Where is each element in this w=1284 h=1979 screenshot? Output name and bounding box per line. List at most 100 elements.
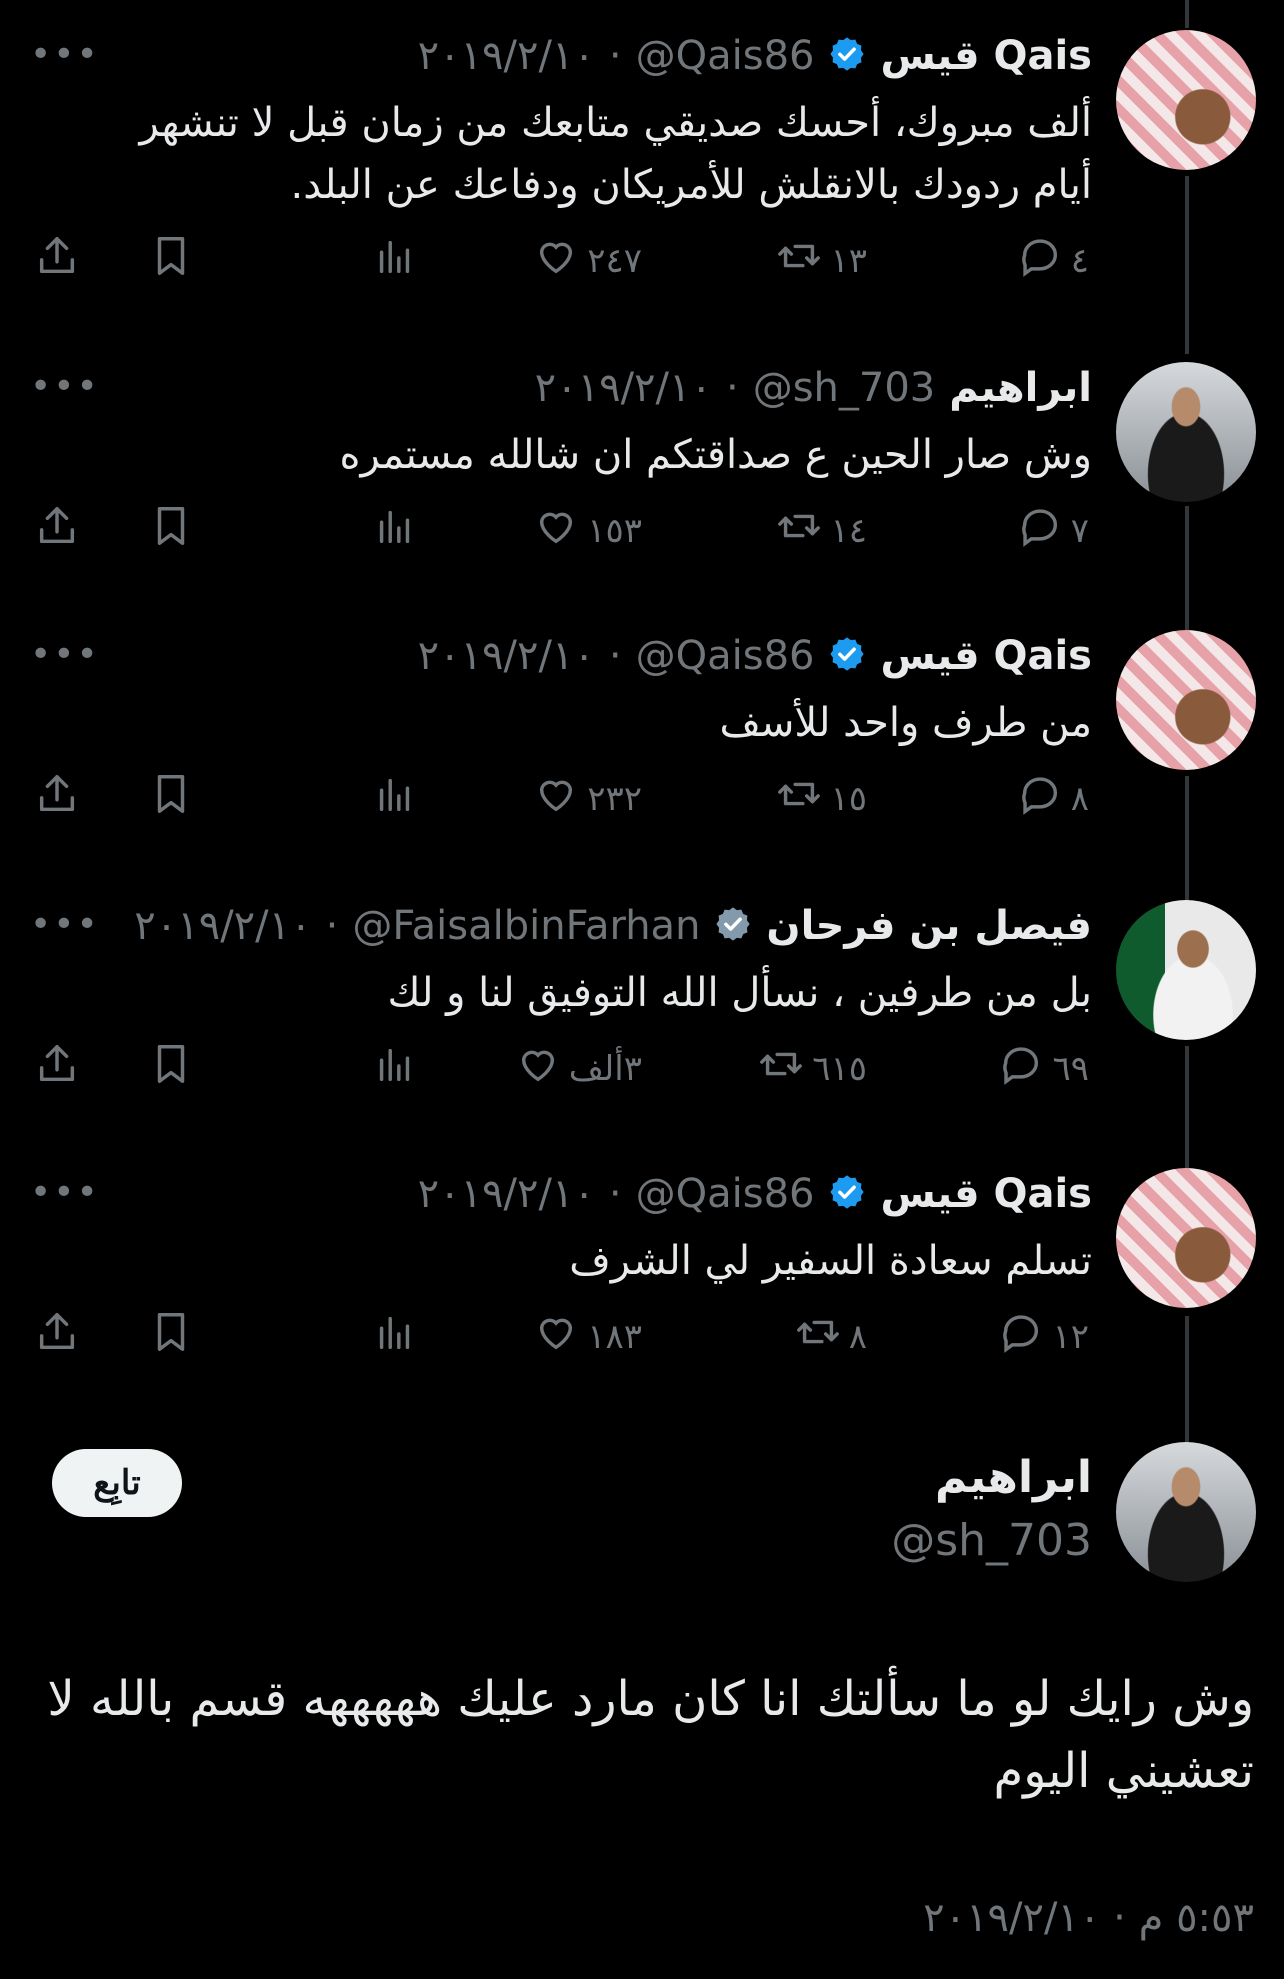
author-name[interactable]: ابراهيم [949, 365, 1092, 411]
repost-button[interactable]: ١٥ [776, 771, 867, 826]
tweet-actions: ٧ ١٤ ١٥٣ [0, 503, 1284, 563]
tweet-header: فيصل بن فرحان @FaisalbinFarhan · ٢٠١٩/٢/١٠ [134, 898, 1092, 954]
separator-dot: · [608, 1171, 622, 1217]
avatar[interactable] [1116, 1442, 1256, 1582]
avatar[interactable] [1116, 30, 1256, 170]
author-handle[interactable]: @Qais86 [636, 633, 815, 679]
tweet-text-line: تسلم سعادة السفير لي الشرف [569, 1238, 1092, 1284]
tweet-text-line: من طرف واحد للأسف [719, 700, 1092, 746]
views-icon [372, 1041, 418, 1096]
tweet-header: ابراهيم @sh_703 · ٢٠١٩/٢/١٠ [535, 360, 1092, 416]
author-name[interactable]: قيس Qais [880, 633, 1092, 679]
reply-button[interactable]: ٨ [1017, 771, 1089, 826]
repost-button[interactable]: ١٣ [776, 233, 867, 288]
like-button[interactable]: ٣ألف [515, 1041, 642, 1096]
bookmark-button[interactable] [148, 1041, 194, 1096]
main-timestamp[interactable]: ٥:٥٣ م · ٢٠١٩/٢/١٠ [923, 1895, 1254, 1941]
views-button[interactable] [372, 1309, 418, 1364]
author-name[interactable]: قيس Qais [880, 33, 1092, 79]
reply-count: ٨ [1070, 778, 1089, 819]
avatar[interactable] [1116, 362, 1256, 502]
reply-button[interactable]: ٦٩ [998, 1041, 1089, 1096]
author-handle[interactable]: @Qais86 [636, 33, 815, 79]
like-icon [533, 503, 579, 558]
reply-icon [1017, 233, 1063, 288]
tweet-date[interactable]: ٢٠١٩/٢/١٠ [418, 33, 595, 79]
like-count: ٢٤٧ [587, 240, 642, 281]
avatar[interactable] [1116, 900, 1256, 1040]
views-icon [372, 503, 418, 558]
more-options-icon[interactable]: ••• [30, 904, 100, 945]
author-handle[interactable]: @sh_703 [753, 365, 936, 411]
author-handle[interactable]: @Qais86 [636, 1171, 815, 1217]
views-icon [372, 771, 418, 826]
more-options-icon[interactable]: ••• [30, 1172, 100, 1213]
author-name[interactable]: قيس Qais [880, 1171, 1092, 1217]
repost-count: ١٣ [830, 240, 867, 281]
tweet-date[interactable]: ٢٠١٩/٢/١٠ [535, 365, 712, 411]
reply-icon [998, 1309, 1044, 1364]
views-button[interactable] [372, 771, 418, 826]
avatar[interactable] [1116, 630, 1256, 770]
tweet-text: تسلم سعادة السفير لي الشرف [569, 1230, 1092, 1292]
tweet-date[interactable]: ٢٠١٩/٢/١٠ [418, 633, 595, 679]
repost-count: ٨ [848, 1316, 867, 1357]
repost-button[interactable]: ٦١٥ [758, 1041, 867, 1096]
tweet-date[interactable]: ٢٠١٩/٢/١٠ [134, 903, 311, 949]
like-button[interactable]: ٢٣٢ [533, 771, 642, 826]
views-button[interactable] [372, 233, 418, 288]
avatar[interactable] [1116, 1168, 1256, 1308]
main-author-handle[interactable]: @sh_703 [891, 1515, 1092, 1566]
bookmark-button[interactable] [148, 1309, 194, 1364]
bookmark-button[interactable] [148, 771, 194, 826]
reply-icon [1017, 503, 1063, 558]
share-button[interactable] [34, 1309, 80, 1364]
bookmark-icon [148, 1041, 194, 1096]
more-options-icon[interactable]: ••• [30, 366, 100, 407]
reply-button[interactable]: ٧ [1017, 503, 1089, 558]
main-tweet-line: تعشيني اليوم [993, 1743, 1254, 1799]
share-button[interactable] [34, 771, 80, 826]
repost-button[interactable]: ٨ [795, 1309, 867, 1364]
share-button[interactable] [34, 503, 80, 558]
views-button[interactable] [372, 1041, 418, 1096]
like-button[interactable]: ١٨٣ [533, 1309, 642, 1364]
tweet-date[interactable]: ٢٠١٩/٢/١٠ [418, 1171, 595, 1217]
bookmark-icon [148, 233, 194, 288]
reply-button[interactable]: ١٢ [998, 1309, 1089, 1364]
share-icon [34, 503, 80, 558]
like-icon [533, 771, 579, 826]
main-tweet-text: وش رايك لو ما سألتك انا كان مارد عليك هه… [24, 1663, 1254, 1807]
tweet-header: قيس Qais @Qais86 · ٢٠١٩/٢/١٠ [418, 628, 1092, 684]
verified-badge-icon [828, 635, 866, 677]
bookmark-icon [148, 503, 194, 558]
bookmark-button[interactable] [148, 503, 194, 558]
like-count: ٢٣٢ [587, 778, 642, 819]
tweet-text: وش صار الحين ع صداقتكم ان شالله مستمره [340, 424, 1093, 486]
like-button[interactable]: ٢٤٧ [533, 233, 642, 288]
reply-button[interactable]: ٤ [1017, 233, 1089, 288]
tweet-actions: ٦٩ ٦١٥ ٣ألف [0, 1041, 1284, 1101]
bookmark-icon [148, 1309, 194, 1364]
tweet-actions: ٨ ١٥ ٢٣٢ [0, 771, 1284, 831]
like-icon [533, 1309, 579, 1364]
share-button[interactable] [34, 1041, 80, 1096]
share-button[interactable] [34, 233, 80, 288]
like-count: ٣ألف [568, 1048, 642, 1089]
repost-icon [795, 1309, 841, 1364]
author-name[interactable]: فيصل بن فرحان [766, 903, 1092, 949]
like-button[interactable]: ١٥٣ [533, 503, 642, 558]
bookmark-button[interactable] [148, 233, 194, 288]
views-icon [372, 233, 418, 288]
follow-button[interactable]: تابِع [52, 1449, 182, 1517]
separator-dot: · [325, 903, 339, 949]
main-tweet-line: وش رايك لو ما سألتك انا كان مارد عليك هه… [47, 1671, 1254, 1727]
author-handle[interactable]: @FaisalbinFarhan [352, 903, 700, 949]
repost-count: ١٤ [830, 510, 867, 551]
main-author-name[interactable]: ابراهيم [935, 1452, 1092, 1503]
views-button[interactable] [372, 503, 418, 558]
more-options-icon[interactable]: ••• [30, 34, 100, 75]
thread-line [1185, 0, 1189, 28]
more-options-icon[interactable]: ••• [30, 634, 100, 675]
repost-button[interactable]: ١٤ [776, 503, 867, 558]
